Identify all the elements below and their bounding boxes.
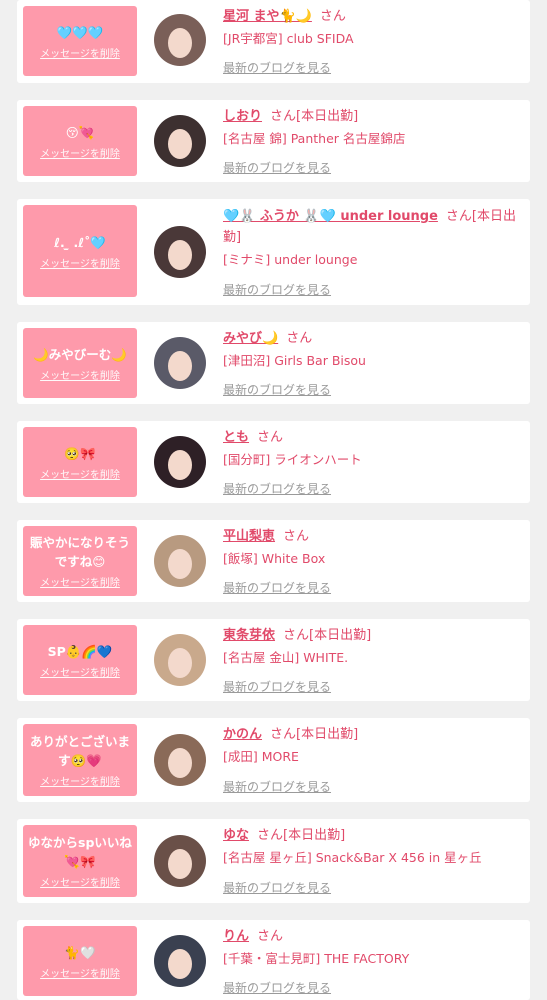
message-bubble: ありがとございます🥺💗 メッセージを削除 <box>23 724 137 796</box>
avatar[interactable] <box>154 535 206 587</box>
cast-name-link[interactable]: 🩵🐰 ふうか 🐰🩵 under lounge <box>223 209 438 224</box>
store-info: [ミナミ] under lounge <box>223 252 358 267</box>
blog-link[interactable]: 最新のブログを見る <box>223 579 331 596</box>
list-item: ゆなからspいいね💘🎀 メッセージを削除 ゆな さん[本日出勤] [名古屋 星ヶ丘… <box>17 819 530 903</box>
message-bubble: 🥺🎀 メッセージを削除 <box>23 427 137 497</box>
store-info: [名古屋 錦] Panther 名古屋錦店 <box>223 131 406 146</box>
message-bubble: 🌙みやびーむ🌙 メッセージを削除 <box>23 328 137 398</box>
message-text: ℓ. ̫ .ℓ˚🩵 <box>54 234 106 250</box>
message-text: ありがとございます🥺💗 <box>29 734 130 768</box>
list-item: 😚💘 メッセージを削除 しおり さん[本日出勤] [名古屋 錦] Panther … <box>17 100 530 182</box>
store-info: [千葉・富士見町] THE FACTORY <box>223 951 410 966</box>
delete-message-link[interactable]: メッセージを削除 <box>40 773 120 788</box>
blog-link[interactable]: 最新のブログを見る <box>223 480 331 497</box>
name-suffix: さん <box>257 929 284 944</box>
list-item: ℓ. ̫ .ℓ˚🩵 メッセージを削除 🩵🐰 ふうか 🐰🩵 under loung… <box>17 199 530 305</box>
store-info: [飯塚] White Box <box>223 551 326 566</box>
message-text: 🌙みやびーむ🌙 <box>33 346 127 362</box>
avatar[interactable] <box>154 634 206 686</box>
blog-link[interactable]: 最新のブログを見る <box>223 778 331 795</box>
delete-message-link[interactable]: メッセージを削除 <box>40 45 120 60</box>
name-suffix: さん[本日出勤] <box>270 727 359 742</box>
message-bubble: 🐈🤍 メッセージを削除 <box>23 926 137 996</box>
avatar[interactable] <box>154 935 206 987</box>
name-suffix: さん <box>257 430 284 445</box>
blog-link[interactable]: 最新のブログを見る <box>223 59 331 76</box>
delete-message-link[interactable]: メッセージを削除 <box>40 145 120 160</box>
message-bubble: 賑やかになりそうですね😊 メッセージを削除 <box>23 526 137 596</box>
name-suffix: さん[本日出勤] <box>283 628 372 643</box>
list-item: ありがとございます🥺💗 メッセージを削除 かのん さん[本日出勤] [成田] MO… <box>17 718 530 802</box>
cast-name-link[interactable]: とも <box>223 430 249 445</box>
cast-name-link[interactable]: 星河 まや🐈🌙 <box>223 9 312 24</box>
cast-name-link[interactable]: ゆな <box>223 828 249 843</box>
message-bubble: SP👶🌈💙 メッセージを削除 <box>23 625 137 695</box>
delete-message-link[interactable]: メッセージを削除 <box>40 664 120 679</box>
list-item: 🌙みやびーむ🌙 メッセージを削除 みやび🌙 さん [津田沼] Girls Bar … <box>17 322 530 404</box>
cast-name-link[interactable]: みやび🌙 <box>223 331 278 346</box>
avatar[interactable] <box>154 14 206 66</box>
store-info: [名古屋 金山] WHITE. <box>223 650 349 665</box>
message-bubble: 😚💘 メッセージを削除 <box>23 106 137 176</box>
message-text: 賑やかになりそうですね😊 <box>29 535 130 569</box>
delete-message-link[interactable]: メッセージを削除 <box>40 574 120 589</box>
store-info: [成田] MORE <box>223 749 299 764</box>
name-suffix: さん <box>283 529 310 544</box>
message-text: SP👶🌈💙 <box>47 643 113 659</box>
avatar[interactable] <box>154 337 206 389</box>
store-info: [国分町] ライオンハート <box>223 452 362 467</box>
cast-name-link[interactable]: 東条芽依 <box>223 628 275 643</box>
list-item: 賑やかになりそうですね😊 メッセージを削除 平山梨恵 さん [飯塚] White … <box>17 520 530 602</box>
blog-link[interactable]: 最新のブログを見る <box>223 381 331 398</box>
blog-link[interactable]: 最新のブログを見る <box>223 159 331 176</box>
message-text: ゆなからspいいね💘🎀 <box>28 835 132 869</box>
name-suffix: さん <box>286 331 313 346</box>
avatar[interactable] <box>154 835 206 887</box>
name-suffix: さん[本日出勤] <box>270 109 359 124</box>
message-text: 🐈🤍 <box>64 944 96 960</box>
cast-name-link[interactable]: かのん <box>223 727 262 742</box>
store-info: [名古屋 星ヶ丘] Snack&Bar X 456 in 星ヶ丘 <box>223 850 482 865</box>
list-item: 🥺🎀 メッセージを削除 とも さん [国分町] ライオンハート 最新のブログを見る <box>17 421 530 503</box>
avatar[interactable] <box>154 115 206 167</box>
name-suffix: さん[本日出勤] <box>257 828 346 843</box>
blog-link[interactable]: 最新のブログを見る <box>223 281 331 298</box>
delete-message-link[interactable]: メッセージを削除 <box>40 255 120 270</box>
avatar[interactable] <box>154 734 206 786</box>
message-bubble: 🩵🩵🩵 メッセージを削除 <box>23 6 137 76</box>
list-item: SP👶🌈💙 メッセージを削除 東条芽依 さん[本日出勤] [名古屋 金山] WHI… <box>17 619 530 701</box>
avatar[interactable] <box>154 226 206 278</box>
store-info: [津田沼] Girls Bar Bisou <box>223 353 366 368</box>
blog-link[interactable]: 最新のブログを見る <box>223 678 331 695</box>
cast-name-link[interactable]: 平山梨恵 <box>223 529 275 544</box>
cast-name-link[interactable]: りん <box>223 929 249 944</box>
message-text: 😚💘 <box>65 124 95 140</box>
cast-name-link[interactable]: しおり <box>223 109 262 124</box>
list-item: 🩵🩵🩵 メッセージを削除 星河 まや🐈🌙 さん [JR宇都宮] club SFID… <box>17 0 530 83</box>
blog-link[interactable]: 最新のブログを見る <box>223 979 331 996</box>
list-item: 🐈🤍 メッセージを削除 りん さん [千葉・富士見町] THE FACTORY 最… <box>17 920 530 1000</box>
delete-message-link[interactable]: メッセージを削除 <box>40 466 120 481</box>
store-info: [JR宇都宮] club SFIDA <box>223 31 354 46</box>
message-text: 🥺🎀 <box>64 445 96 461</box>
delete-message-link[interactable]: メッセージを削除 <box>40 367 120 382</box>
blog-link[interactable]: 最新のブログを見る <box>223 879 331 896</box>
name-suffix: さん <box>319 9 346 24</box>
delete-message-link[interactable]: メッセージを削除 <box>40 874 120 889</box>
message-bubble: ℓ. ̫ .ℓ˚🩵 メッセージを削除 <box>23 205 137 297</box>
message-text: 🩵🩵🩵 <box>56 24 104 40</box>
avatar[interactable] <box>154 436 206 488</box>
delete-message-link[interactable]: メッセージを削除 <box>40 965 120 980</box>
message-bubble: ゆなからspいいね💘🎀 メッセージを削除 <box>23 825 137 897</box>
